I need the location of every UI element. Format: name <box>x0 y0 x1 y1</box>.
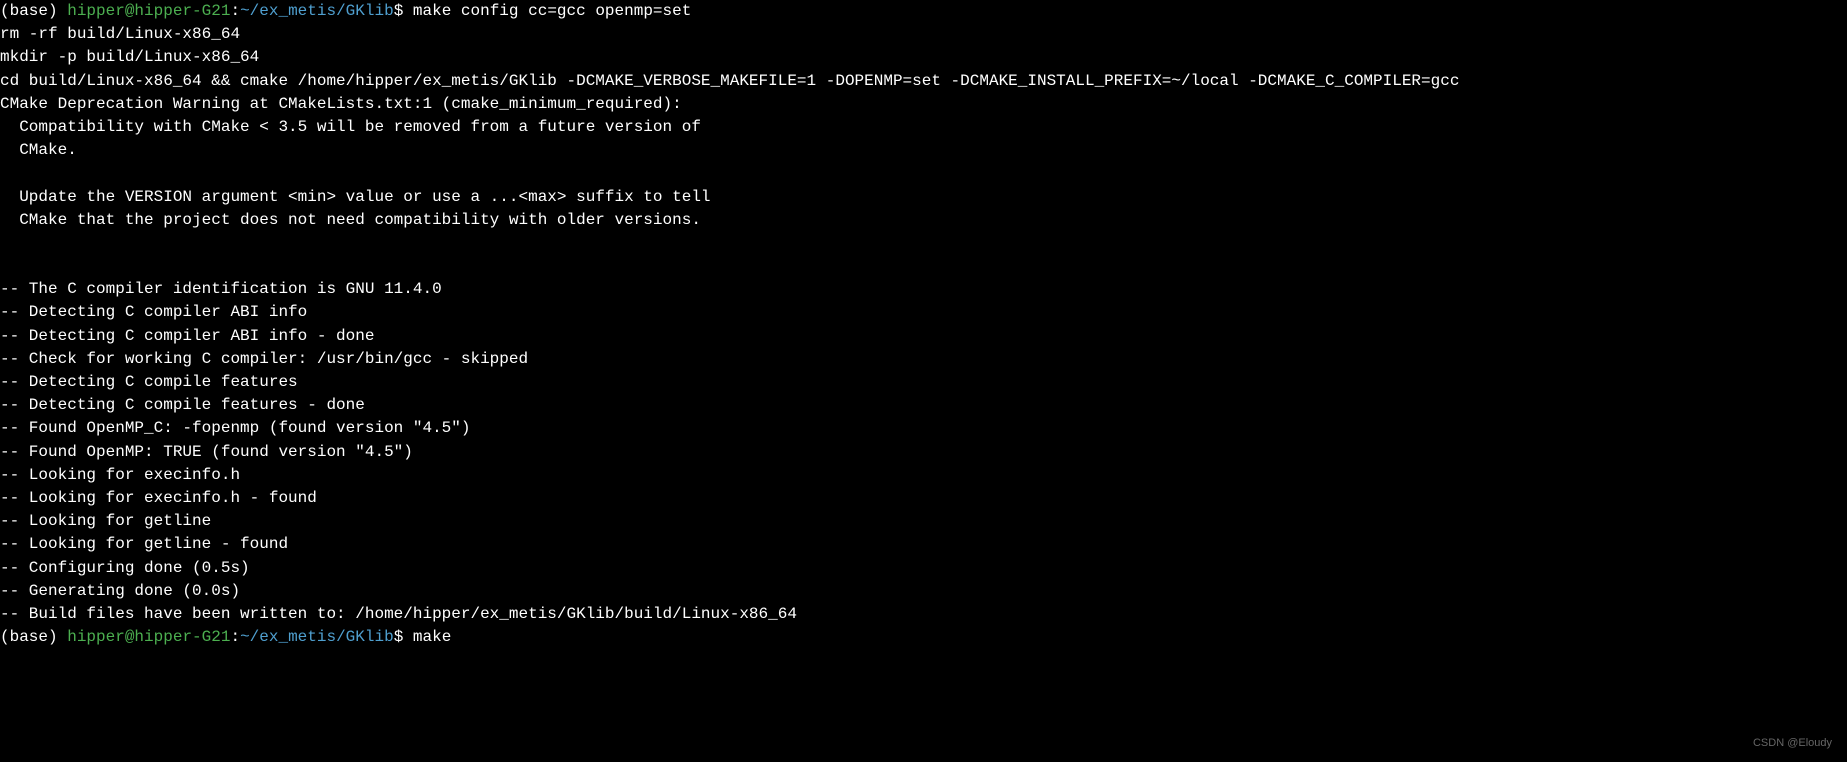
prompt-line-2: (base) hipper@hipper-G21:~/ex_metis/GKli… <box>0 626 1847 649</box>
prompt-path: ~/ex_metis/GKlib <box>240 2 394 20</box>
output-line: -- Generating done (0.0s) <box>0 580 1847 603</box>
output-line: -- Detecting C compile features - done <box>0 394 1847 417</box>
output-line <box>0 162 1847 185</box>
output-line: -- Found OpenMP: TRUE (found version "4.… <box>0 441 1847 464</box>
output-line: -- Configuring done (0.5s) <box>0 557 1847 580</box>
output-line: -- Build files have been written to: /ho… <box>0 603 1847 626</box>
output-line: Compatibility with CMake < 3.5 will be r… <box>0 116 1847 139</box>
output-line: -- The C compiler identification is GNU … <box>0 278 1847 301</box>
prompt-user-host: hipper@hipper-G21 <box>67 2 230 20</box>
output-line: -- Detecting C compiler ABI info - done <box>0 325 1847 348</box>
output-line: -- Looking for execinfo.h <box>0 464 1847 487</box>
output-line <box>0 255 1847 278</box>
output-line: CMake. <box>0 139 1847 162</box>
prompt-line-1: (base) hipper@hipper-G21:~/ex_metis/GKli… <box>0 0 1847 23</box>
output-line: -- Looking for getline - found <box>0 533 1847 556</box>
command-text: make <box>413 628 451 646</box>
prompt-separator: : <box>230 2 240 20</box>
output-line: -- Detecting C compile features <box>0 371 1847 394</box>
prompt-user-host: hipper@hipper-G21 <box>67 628 230 646</box>
output-line: -- Check for working C compiler: /usr/bi… <box>0 348 1847 371</box>
prompt-env: (base) <box>0 2 67 20</box>
prompt-env: (base) <box>0 628 67 646</box>
output-line <box>0 232 1847 255</box>
output-line: rm -rf build/Linux-x86_64 <box>0 23 1847 46</box>
output-line: CMake that the project does not need com… <box>0 209 1847 232</box>
prompt-path: ~/ex_metis/GKlib <box>240 628 394 646</box>
output-line: cd build/Linux-x86_64 && cmake /home/hip… <box>0 70 1847 93</box>
prompt-separator: : <box>230 628 240 646</box>
output-line: Update the VERSION argument <min> value … <box>0 186 1847 209</box>
output-line: -- Looking for execinfo.h - found <box>0 487 1847 510</box>
prompt-dollar: $ <box>394 628 413 646</box>
terminal-output[interactable]: (base) hipper@hipper-G21:~/ex_metis/GKli… <box>0 0 1847 649</box>
output-line: -- Found OpenMP_C: -fopenmp (found versi… <box>0 417 1847 440</box>
output-line: mkdir -p build/Linux-x86_64 <box>0 46 1847 69</box>
output-line: -- Detecting C compiler ABI info <box>0 301 1847 324</box>
command-text: make config cc=gcc openmp=set <box>413 2 691 20</box>
output-line: -- Looking for getline <box>0 510 1847 533</box>
prompt-dollar: $ <box>394 2 413 20</box>
watermark-text: CSDN @Eloudy <box>1753 736 1832 752</box>
output-line: CMake Deprecation Warning at CMakeLists.… <box>0 93 1847 116</box>
